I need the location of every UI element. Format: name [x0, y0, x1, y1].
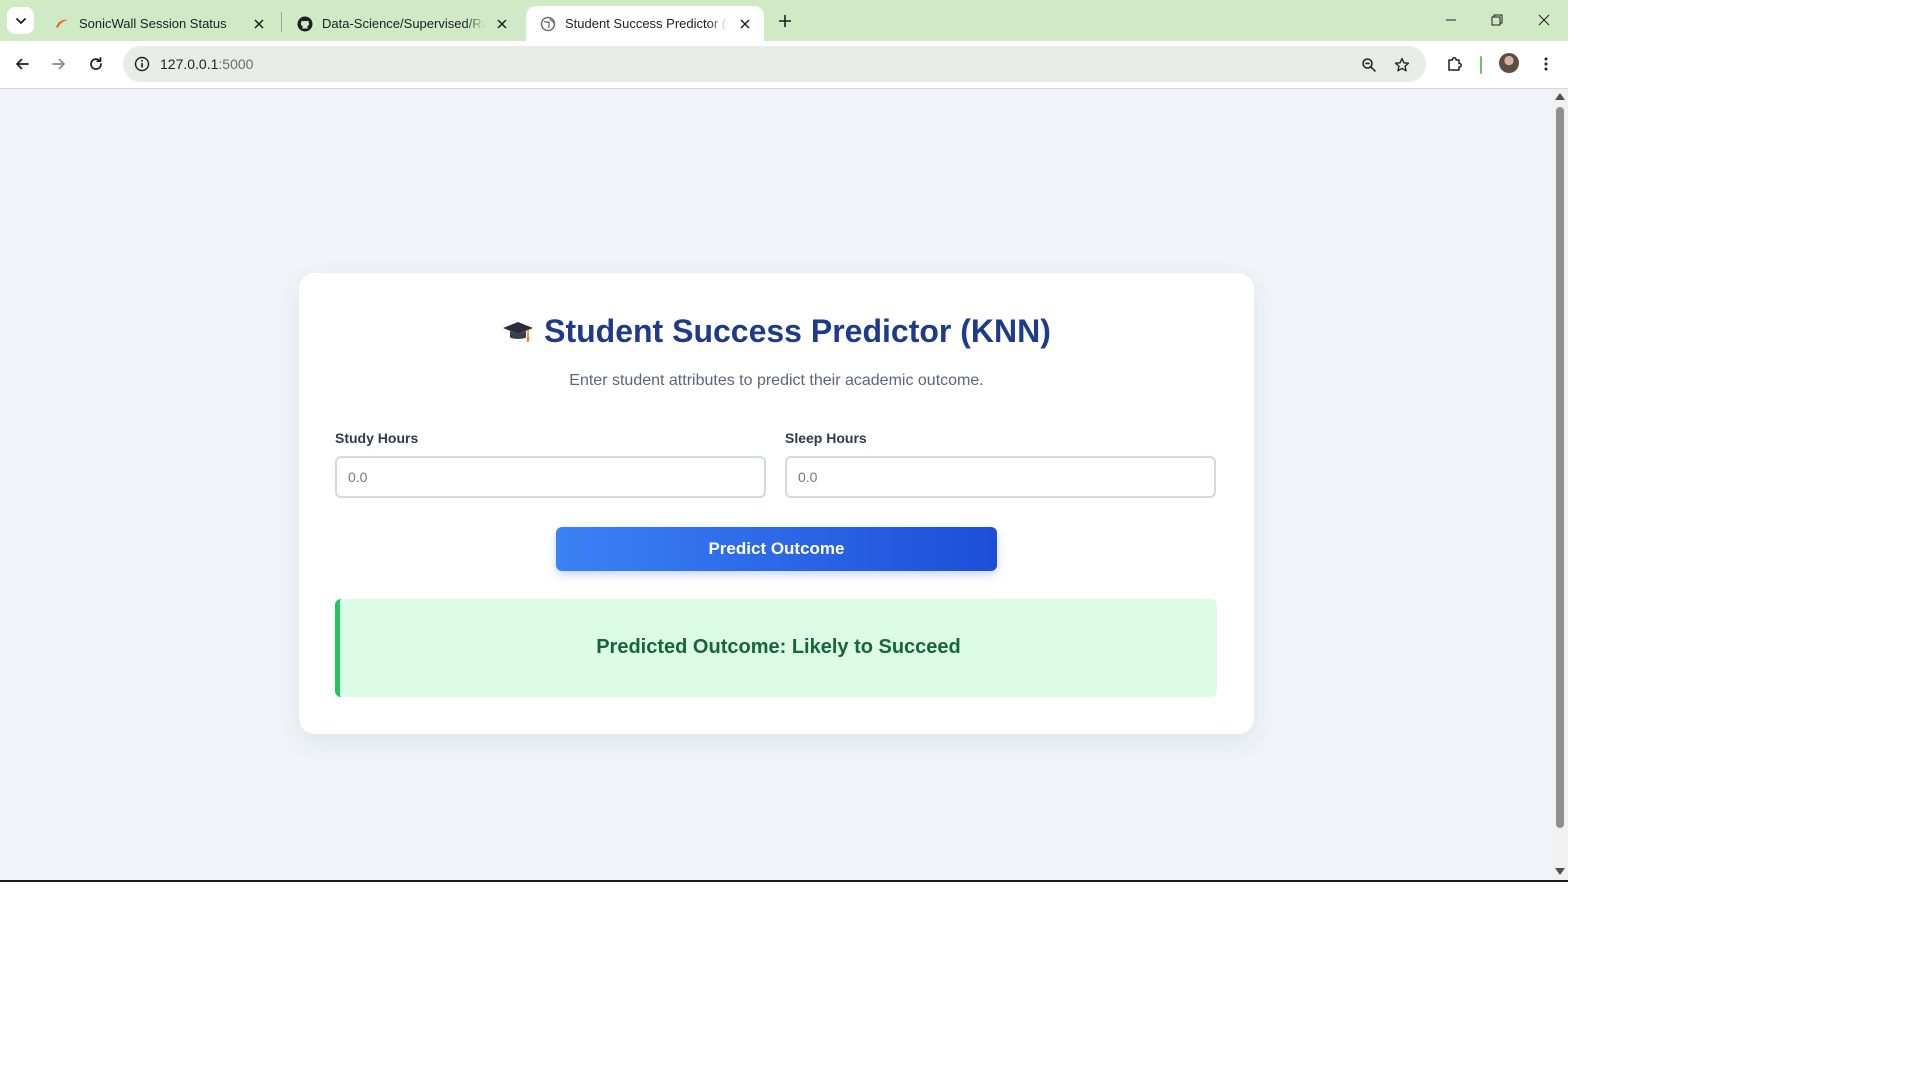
study-hours-label: Study Hours — [335, 430, 419, 446]
minimize-button[interactable] — [1436, 8, 1466, 32]
tab-search-button[interactable] — [7, 7, 34, 34]
back-arrow-icon — [16, 58, 29, 70]
extensions-button[interactable] — [1442, 51, 1468, 77]
page-title-text: Student Success Predictor (KNN) — [544, 313, 1051, 349]
page-subtitle: Enter student attributes to predict thei… — [569, 372, 984, 389]
globe-icon — [540, 16, 556, 32]
graduation-cap-icon — [502, 319, 534, 345]
browser-menu-button[interactable] — [1533, 51, 1559, 77]
url-host: 127.0.0.1 — [160, 56, 219, 72]
zoom-icon[interactable] — [1359, 55, 1379, 75]
page-viewport: Student Success Predictor (KNN) Enter st… — [0, 89, 1552, 880]
scrollbar-thumb[interactable] — [1556, 107, 1564, 828]
tab-sonicwall[interactable]: SonicWall Session Status — [40, 6, 278, 41]
close-icon[interactable] — [250, 15, 268, 33]
page-scrollbar[interactable] — [1552, 89, 1568, 880]
predict-outcome-button[interactable]: Predict Outcome — [556, 527, 997, 571]
sonicwall-swoosh-icon — [54, 16, 70, 32]
browser-toolbar: 127.0.0.1:5000 — [0, 41, 1568, 89]
toolbar-divider — [1480, 56, 1482, 74]
new-tab-button[interactable] — [774, 10, 796, 32]
scroll-down-arrow-icon[interactable] — [1555, 868, 1565, 875]
window-bottom-border — [0, 880, 1568, 882]
forward-arrow-icon — [52, 58, 65, 70]
restore-icon — [1491, 14, 1503, 26]
sleep-hours-label: Sleep Hours — [785, 430, 867, 446]
url-port: :5000 — [218, 56, 254, 72]
chevron-down-icon — [15, 17, 26, 24]
scroll-up-arrow-icon[interactable] — [1555, 93, 1565, 100]
tab-student-success-predictor[interactable]: Student Success Predictor (KNN — [526, 6, 764, 41]
tab-separator — [281, 12, 282, 32]
page-title: Student Success Predictor (KNN) — [299, 313, 1254, 350]
prediction-result-box: Predicted Outcome: Likely to Succeed — [335, 599, 1217, 697]
predictor-card: Student Success Predictor (KNN) Enter st… — [299, 273, 1254, 734]
profile-avatar[interactable] — [1499, 53, 1519, 73]
prediction-result-text: Predicted Outcome: Likely to Succeed — [596, 636, 961, 658]
tab-strip: SonicWall Session Status Data-Science/Su… — [0, 0, 1568, 41]
tab-title: Data-Science/Supervised/Rand — [322, 16, 485, 31]
kebab-menu-icon — [1544, 57, 1548, 71]
url-text[interactable]: 127.0.0.1:5000 — [160, 56, 253, 72]
close-icon[interactable] — [736, 15, 754, 33]
tab-github[interactable]: Data-Science/Supervised/Rand — [283, 6, 521, 41]
puzzle-piece-icon — [1448, 57, 1462, 71]
reload-button[interactable] — [83, 51, 109, 77]
forward-button[interactable] — [46, 51, 72, 77]
address-bar[interactable]: 127.0.0.1:5000 — [123, 46, 1426, 82]
minimize-icon — [1446, 19, 1456, 21]
tab-title: SonicWall Session Status — [79, 16, 227, 31]
close-icon — [1538, 14, 1550, 26]
reload-icon — [90, 56, 102, 70]
bookmark-star-icon[interactable] — [1392, 55, 1412, 75]
close-window-button[interactable] — [1529, 8, 1559, 32]
sleep-hours-input[interactable] — [785, 456, 1216, 498]
tab-title: Student Success Predictor (KNN — [565, 16, 728, 31]
plus-icon — [779, 15, 791, 27]
restore-button[interactable] — [1482, 8, 1512, 32]
close-icon[interactable] — [493, 15, 511, 33]
back-button[interactable] — [9, 51, 35, 77]
github-icon — [297, 16, 313, 32]
site-info-icon[interactable] — [133, 55, 151, 73]
study-hours-input[interactable] — [335, 456, 766, 498]
